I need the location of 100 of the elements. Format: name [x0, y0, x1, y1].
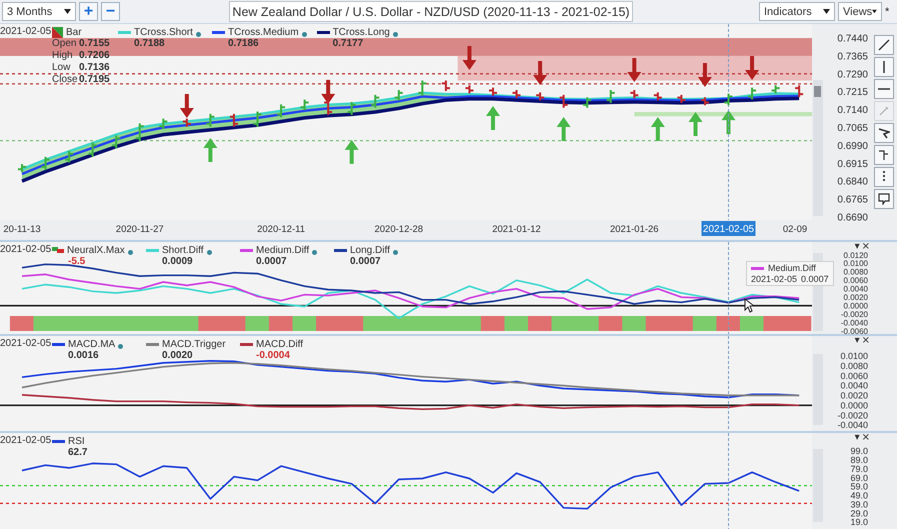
line-swatch-icon: [146, 248, 159, 252]
axis-label: 0.7290: [837, 69, 868, 80]
axis-label: 19.0: [850, 517, 868, 528]
callout-tool-button[interactable]: [874, 189, 894, 209]
dotted-line-tool-button[interactable]: [874, 167, 894, 187]
close-button[interactable]: ×: [862, 242, 870, 252]
legend-value: 0.0009: [161, 256, 194, 267]
axis-label: 0.6915: [837, 158, 868, 170]
legend-date: 2021-02-05: [0, 337, 52, 351]
axis-label: 0.0040: [840, 380, 868, 391]
zoom-in-button[interactable]: +: [79, 2, 98, 21]
line-swatch-icon: [316, 30, 330, 34]
up-arrow-marker: [650, 117, 665, 141]
axis-label: 2021-01-26: [610, 224, 659, 235]
ohlc-label: Open: [52, 38, 78, 50]
axis-label: 69.0: [850, 472, 868, 483]
axis-label: 49.0: [850, 490, 868, 501]
axis-label: 0.6990: [837, 140, 868, 152]
up-arrow-marker: [344, 140, 359, 164]
ohlc-value: 0.7136: [79, 62, 111, 74]
caret-icon: [64, 9, 71, 14]
axis-label: 0.6765: [837, 194, 868, 206]
legend-value: 0.7177: [332, 38, 364, 49]
axis-label: 99.0: [850, 446, 868, 456]
panel-menu-button[interactable]: ▾: [854, 336, 860, 346]
ohlc-value: 0.7195: [79, 74, 111, 86]
down-arrow-marker: [321, 80, 336, 104]
ohlc-value: 0.7155: [79, 38, 111, 50]
axis-label: 0.0100: [844, 259, 868, 268]
legend-label: TCross.Medium: [228, 26, 299, 38]
marker-tool-button[interactable]: [874, 123, 894, 143]
horizontal-line-tool-button[interactable]: [874, 79, 894, 99]
crosshair-date-label: 2021-02-05: [702, 221, 756, 236]
legend-label: Bar: [66, 26, 82, 38]
line-swatch-icon: [118, 30, 131, 34]
scrollbar[interactable]: [813, 354, 823, 425]
axis-label: -0.0040: [837, 420, 868, 430]
legend-label: TCross.Long: [332, 26, 390, 38]
trend-line-tool-button[interactable]: [874, 35, 894, 55]
axis-label: 0.0100: [840, 351, 868, 362]
up-arrow-marker: [486, 106, 500, 130]
legend-value: 0.0007: [349, 256, 382, 267]
ohlc-label: High: [52, 50, 74, 62]
signal-swatch-icon: [52, 246, 64, 254]
tooltip-date: 2021-02-05: [751, 274, 798, 284]
legend-value: 62.7: [67, 447, 88, 458]
axis-label: 0.0080: [840, 361, 868, 371]
caret-icon: [823, 9, 830, 14]
line-swatch-icon: [212, 30, 225, 34]
zoom-out-button[interactable]: −: [101, 2, 120, 21]
axis-label: 0.7365: [837, 51, 868, 62]
axis-label: -0.0020: [837, 410, 868, 420]
axis-label: -0.0040: [840, 318, 868, 328]
up-arrow-marker: [722, 110, 736, 134]
legend-value: 0.7188: [133, 38, 166, 49]
legend-value: 0.0007: [255, 256, 288, 267]
down-arrow-marker: [180, 94, 194, 118]
legend-label: RSI: [68, 436, 85, 446]
chart-title: New Zealand Dollar / U.S. Dollar - NZD/USD (2020-11-13 - 2021-02-15): [229, 1, 633, 22]
ohlc-label: Low: [52, 62, 72, 74]
caret-icon: [872, 9, 877, 14]
line-swatch-icon: [52, 342, 65, 346]
line-swatch-icon: [334, 248, 347, 252]
down-arrow-marker: [698, 62, 712, 87]
indicators-dropdown[interactable]: Indicators: [759, 2, 835, 21]
x-tick-label: 2021-02-05: [702, 224, 755, 235]
period-dropdown[interactable]: 3 Months: [2, 2, 76, 21]
axis-label: 0.7065: [837, 122, 868, 134]
callout-icon: [878, 193, 890, 205]
vertical-line-icon: [882, 61, 884, 73]
panel-menu-button[interactable]: ▾: [854, 242, 860, 252]
axis-label: -0.0060: [840, 326, 868, 334]
horizontal-line-icon: [878, 88, 890, 90]
axis-label: 39.0: [850, 499, 868, 510]
legend-value: -5.5: [67, 256, 86, 267]
legend-label: MACD.Trigger: [162, 338, 226, 350]
line-swatch-icon: [240, 342, 253, 346]
legend-value: 0.0020: [161, 350, 194, 361]
bar-swatch-icon: [52, 26, 63, 38]
scrollbar[interactable]: [813, 449, 823, 522]
close-button[interactable]: ×: [862, 433, 870, 443]
axis-label: 0.7140: [837, 105, 868, 116]
down-arrow-marker: [533, 61, 548, 86]
fork-tool-button[interactable]: [874, 145, 894, 165]
axis-label: 0.0120: [844, 250, 868, 260]
axis-label: 0.0060: [840, 370, 868, 381]
axis-label: 0.6840: [837, 176, 868, 188]
vertical-line-tool-button[interactable]: [874, 57, 894, 77]
scrollbar[interactable]: [813, 80, 823, 216]
views-dropdown[interactable]: Views: [838, 2, 882, 21]
legend-label: MACD.Diff: [256, 338, 304, 350]
axis-label: 0.7440: [837, 34, 868, 45]
axis-label: -0.0020: [840, 310, 868, 319]
panel-menu-button[interactable]: ▾: [854, 433, 860, 443]
modified-mark: *: [885, 6, 890, 18]
axis-label: 2020-12-11: [257, 224, 305, 235]
ohlc-value: 0.7206: [79, 50, 111, 62]
ohlc-label: Close: [52, 74, 79, 86]
marker-icon: [878, 128, 890, 138]
close-button[interactable]: ×: [862, 336, 870, 346]
